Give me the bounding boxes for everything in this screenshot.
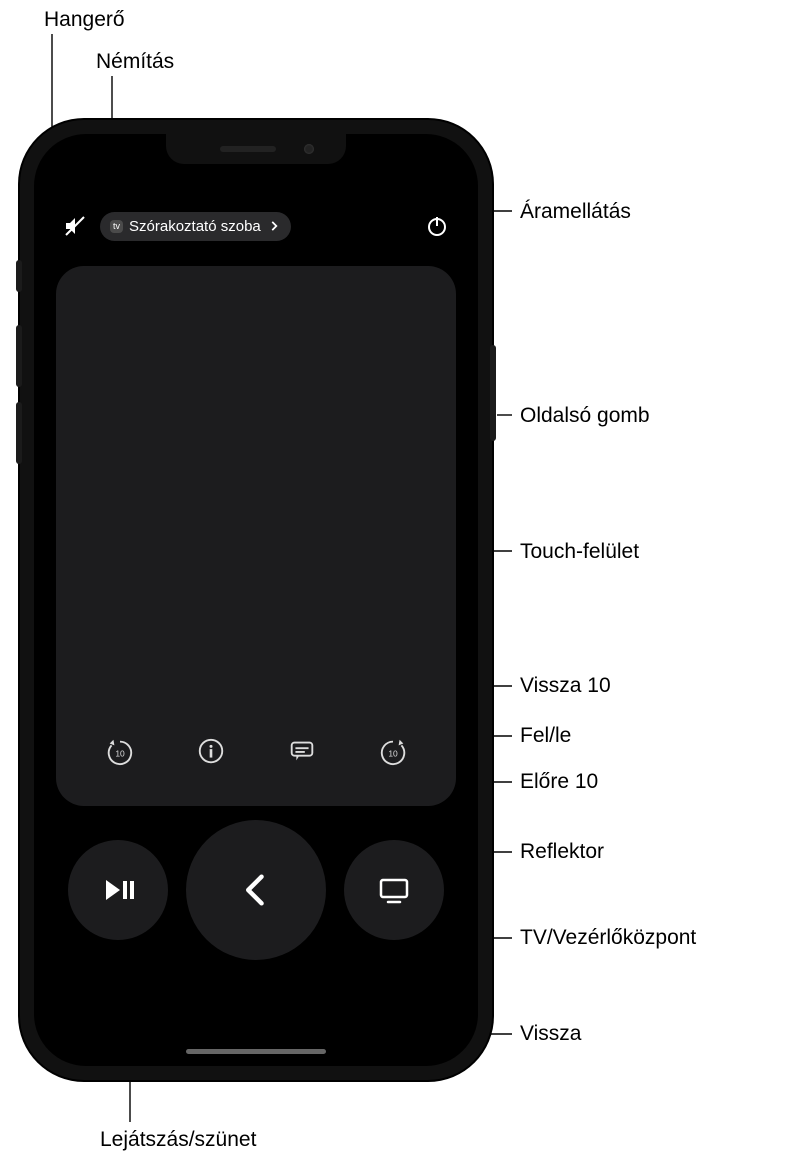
callout-skip-back: Vissza 10 — [520, 674, 611, 698]
skip-back-10-icon: 10 — [105, 736, 135, 766]
callout-skip-fwd: Előre 10 — [520, 770, 598, 794]
captions-button[interactable] — [280, 729, 324, 773]
callout-side-button: Oldalsó gomb — [520, 404, 650, 428]
ringer-switch — [16, 260, 22, 292]
callout-tv-control: TV/Vezérlőközpont — [520, 926, 696, 950]
info-icon — [196, 736, 226, 766]
apple-tv-badge: tv — [110, 220, 123, 233]
side-button-hw[interactable] — [490, 345, 496, 441]
power-button[interactable] — [420, 209, 454, 243]
callout-mute: Némítás — [96, 50, 174, 74]
touch-panel: 10 — [56, 266, 456, 806]
play-pause-button[interactable] — [68, 840, 168, 940]
primary-controls — [34, 820, 478, 960]
svg-text:10: 10 — [388, 749, 398, 759]
tv-icon — [376, 872, 412, 908]
callout-captions: Fel/le — [520, 724, 571, 748]
callout-play-pause: Lejátszás/szünet — [100, 1128, 256, 1152]
skip-back-button[interactable]: 10 — [98, 729, 142, 773]
phone-frame: tv Szórakoztató szoba — [20, 120, 492, 1080]
device-selector[interactable]: tv Szórakoztató szoba — [100, 212, 291, 241]
screen: tv Szórakoztató szoba — [34, 134, 478, 1066]
chevron-left-icon — [236, 870, 276, 910]
tv-control-center-button[interactable] — [344, 840, 444, 940]
chevron-right-icon — [267, 219, 281, 233]
power-icon — [425, 214, 449, 238]
play-pause-icon — [100, 872, 136, 908]
svg-text:10: 10 — [115, 749, 125, 759]
mute-button[interactable] — [58, 209, 92, 243]
secondary-controls: 10 — [56, 720, 456, 806]
home-indicator[interactable] — [186, 1049, 326, 1054]
back-button[interactable] — [186, 820, 326, 960]
notch — [166, 134, 346, 164]
skip-forward-10-icon: 10 — [378, 736, 408, 766]
callout-info: Reflektor — [520, 840, 604, 864]
callout-power: Áramellátás — [520, 200, 631, 224]
callout-touch: Touch-felület — [520, 540, 639, 564]
captions-icon — [287, 736, 317, 766]
volume-down-hw[interactable] — [16, 402, 22, 464]
callout-volume: Hangerő — [44, 8, 125, 32]
callout-back: Vissza — [520, 1022, 581, 1046]
mute-icon — [63, 214, 87, 238]
touch-surface[interactable] — [56, 266, 456, 720]
volume-up-hw[interactable] — [16, 325, 22, 387]
device-label: Szórakoztató szoba — [129, 218, 261, 235]
skip-forward-button[interactable]: 10 — [371, 729, 415, 773]
remote-topbar: tv Szórakoztató szoba — [34, 206, 478, 246]
info-button[interactable] — [189, 729, 233, 773]
